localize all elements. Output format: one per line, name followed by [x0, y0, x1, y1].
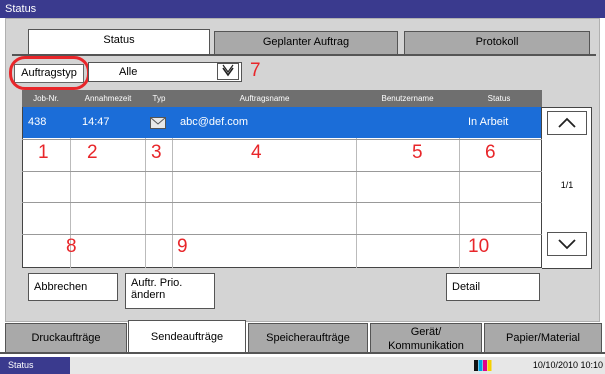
page-indicator: 1/1 — [560, 180, 574, 190]
mail-icon — [150, 117, 166, 129]
tab-sendeauftraege[interactable]: Sendeaufträge — [128, 320, 246, 354]
row-divider — [22, 234, 542, 235]
priority-label-line1: Auftr. Prio. — [131, 277, 183, 289]
cancel-button[interactable]: Abbrechen — [28, 273, 118, 301]
cell-status: In Arbeit — [468, 116, 509, 128]
callout-3: 3 — [151, 142, 162, 163]
header-typ: Typ — [152, 94, 166, 103]
callout-2: 2 — [87, 142, 98, 163]
tab-geraet-kommunikation[interactable]: Gerät/ Kommunikation — [370, 323, 482, 353]
header-benutzername: Benutzername — [381, 94, 434, 103]
priority-label-line2: ändern — [131, 289, 166, 301]
detail-button[interactable]: Detail — [446, 273, 540, 301]
callout-1: 1 — [38, 142, 49, 163]
header-job-nr: Job-Nr. — [33, 94, 59, 103]
tab-label-line2: Kommunikation — [388, 340, 464, 352]
tab-status[interactable]: Status — [28, 29, 210, 54]
callout-5: 5 — [412, 142, 423, 163]
toner-icon — [474, 360, 492, 371]
cell-time: 14:47 — [82, 116, 110, 128]
tab-label-line1: Gerät/ — [410, 326, 442, 338]
bottom-tab-divider — [0, 352, 605, 354]
scroll-down-button[interactable] — [547, 232, 587, 256]
callout-9: 9 — [177, 236, 188, 257]
row-divider — [22, 171, 542, 172]
callout-6: 6 — [485, 142, 496, 163]
tab-speicherauftraege[interactable]: Speicheraufträge — [248, 323, 368, 353]
row-divider — [22, 139, 542, 140]
tab-protokoll[interactable]: Protokoll — [404, 31, 590, 54]
scroll-up-button[interactable] — [547, 111, 587, 135]
chevron-down-icon[interactable] — [217, 63, 239, 80]
callout-7: 7 — [250, 60, 261, 81]
callout-8: 8 — [66, 236, 77, 257]
header-auftragsname: Auftragsname — [239, 94, 290, 103]
tab-divider — [12, 54, 596, 56]
tab-druckauftraege[interactable]: Druckaufträge — [5, 323, 127, 353]
callout-4: 4 — [251, 142, 262, 163]
header-annahmezeit: Annahmezeit — [84, 94, 132, 103]
priority-change-button[interactable]: Auftr. Prio. ändern — [125, 273, 215, 309]
row-divider — [22, 202, 542, 203]
callout-ring — [9, 56, 90, 90]
datetime: 10/10/2010 10:10 — [532, 360, 603, 370]
header-status: Status — [487, 94, 511, 103]
tab-geplanter-auftrag[interactable]: Geplanter Auftrag — [214, 31, 398, 54]
window-title: Status — [0, 0, 605, 18]
chevron-down-icon — [558, 239, 576, 250]
cell-job-nr: 438 — [28, 116, 47, 128]
chevron-up-icon — [558, 117, 576, 128]
cell-job-name: abc@def.com — [180, 116, 249, 128]
status-chip[interactable]: Status — [0, 357, 70, 374]
callout-10: 10 — [468, 236, 490, 257]
tab-papier-material[interactable]: Papier/Material — [484, 323, 602, 353]
